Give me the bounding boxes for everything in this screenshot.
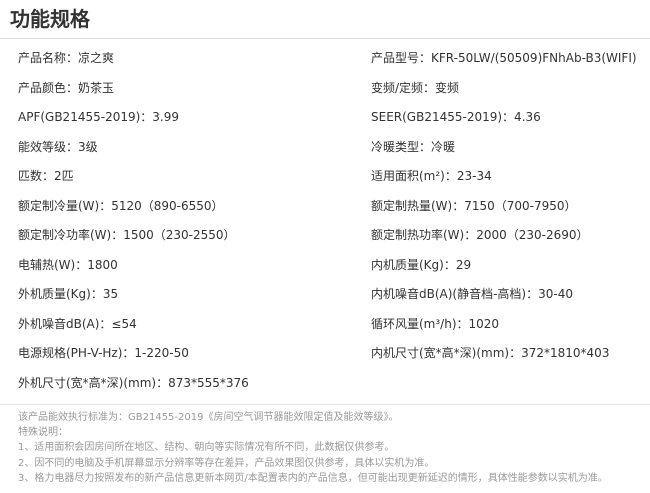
spec-cooling-power: 额定制冷功率(W)：1500（230-2550） — [18, 228, 236, 242]
note-item: 3、格力电器尽力按照发布的新产品信息更新本网页/本配置表内的产品信息，但可能出现… — [18, 472, 608, 484]
spec-inverter-type: 变频/定频：变频 — [371, 80, 460, 95]
spec-heating-power: 额定制热功率(W)：2000（230-2690） — [371, 228, 589, 242]
spec-outdoor-weight: 外机质量(Kg)：35 — [18, 287, 119, 301]
spec-outdoor-noise: 外机噪音dB(A)：≤54 — [18, 316, 137, 331]
spec-horsepower: 匹数：2匹 — [18, 169, 74, 183]
note-standard: 该产品能效执行标准为：GB21455-2019《房间空气调节器能效限定值及能效等… — [18, 412, 399, 423]
spec-outdoor-dimensions: 外机尺寸(宽*高*深)(mm)：873*555*376 — [18, 375, 249, 390]
spec-electric-heater: 电辅热(W)：1800 — [18, 257, 118, 272]
note-heading: 特殊说明： — [18, 427, 68, 439]
spec-power-supply: 电源规格(PH-V-Hz)：1-220-50 — [18, 346, 189, 360]
spec-product-model: 产品型号：KFR-50LW/(50509)FNhAb-B3(WIFI) — [371, 51, 637, 65]
notes-section: 该产品能效执行标准为：GB21455-2019《房间空气调节器能效限定值及能效等… — [18, 410, 648, 486]
spec-heating-capacity: 额定制热量(W)：7150（700-7950） — [371, 198, 577, 213]
note-item: 2、因不同的电脑及手机屏幕显示分辨率等存在差异，产品效果图仅供参考，具体以实机为… — [18, 457, 435, 469]
spec-energy-grade: 能效等级：3级 — [18, 139, 98, 154]
page-title: 功能规格 — [10, 7, 90, 31]
spec-cooling-heating: 冷暖类型：冷暖 — [371, 139, 456, 154]
spec-indoor-weight: 内机质量(Kg)：29 — [371, 257, 472, 272]
spec-apf: APF(GB21455-2019)：3.99 — [18, 110, 180, 124]
note-item: 1、适用面积会因房间所在地区、结构、朝向等实际情况有所不同，此数据仅供参考。 — [18, 442, 395, 454]
spec-seer: SEER(GB21455-2019)：4.36 — [371, 110, 541, 124]
spec-airflow: 循环风量(m³/h)：1020 — [371, 316, 500, 331]
spec-cooling-capacity: 额定制冷量(W)：5120（890-6550） — [18, 198, 224, 213]
title-divider — [0, 38, 650, 39]
spec-indoor-noise: 内机噪音dB(A)(静音档-高档)：30-40 — [371, 287, 573, 301]
spec-grid: 产品名称：凉之爽 产品型号：KFR-50LW/(50509)FNhAb-B3(W… — [0, 44, 650, 398]
spec-product-name: 产品名称：凉之爽 — [18, 51, 115, 65]
spec-indoor-dimensions: 内机尺寸(宽*高*深)(mm)：372*1810*403 — [371, 346, 610, 360]
notes-divider — [0, 404, 650, 405]
spec-applicable-area: 适用面积(m²)：23-34 — [371, 169, 492, 183]
spec-product-color: 产品颜色：奶茶玉 — [18, 80, 115, 95]
